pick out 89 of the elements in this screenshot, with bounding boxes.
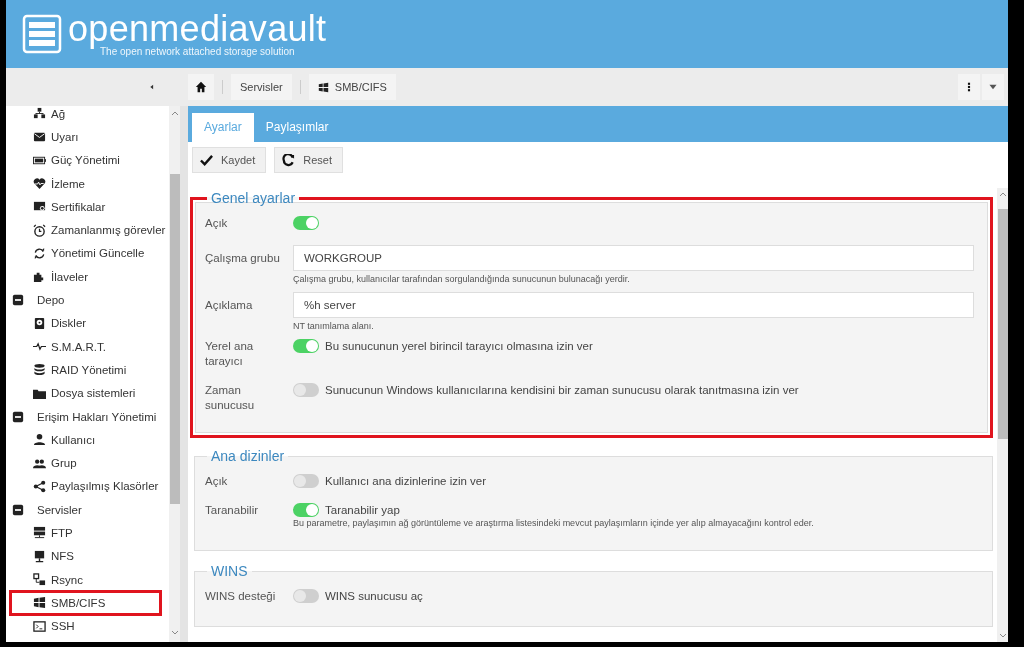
scroll-down-icon[interactable]	[998, 633, 1007, 639]
sidebar-item[interactable]: RAID Yönetimi	[6, 358, 169, 382]
sidebar-item[interactable]: Dosya sistemleri	[6, 381, 169, 405]
field-label: Açıklama	[205, 298, 254, 313]
section-title: Ana dizinler	[210, 448, 286, 464]
toggle-switch[interactable]	[293, 474, 319, 488]
windows-icon	[33, 596, 46, 610]
home-button[interactable]	[188, 74, 214, 100]
field-label: Açık	[205, 216, 229, 231]
text-field[interactable]: WORKGROUP	[293, 245, 974, 271]
refresh-icon	[282, 153, 296, 167]
envelope-icon	[33, 130, 46, 144]
home-icon	[195, 81, 207, 93]
puzzle-icon	[33, 270, 46, 284]
sidebar-item[interactable]: Sertifikalar	[6, 195, 169, 219]
sidebar-item[interactable]: Paylaşılmış Klasörler	[6, 474, 169, 499]
toggle-switch[interactable]	[293, 503, 319, 517]
field-hint: Bu parametre, paylaşımın ağ görüntüleme ve araştırma listesindeki mevcut paylaşımların içinde yer alıp almayacağını kontrol eder.	[293, 518, 815, 528]
scroll-down-icon[interactable]	[170, 630, 179, 636]
more-button[interactable]	[958, 74, 980, 100]
sidebar-item[interactable]: FTP	[6, 521, 169, 545]
toggle-switch[interactable]	[293, 589, 319, 603]
save-button[interactable]: Kaydet	[192, 147, 267, 173]
scrollbar-thumb[interactable]	[997, 209, 1008, 439]
windows-icon	[317, 81, 329, 93]
sidebar-item[interactable]: Güç Yönetimi	[6, 148, 169, 172]
certificate-icon	[33, 200, 46, 214]
field-label: WINS desteği	[205, 589, 277, 604]
field-label: Açık	[205, 474, 229, 489]
app-subtitle: The open network attached storage solution	[100, 45, 295, 57]
scrollbar-thumb[interactable]	[169, 174, 180, 504]
sidebar-item[interactable]: Zamanlanmış görevler	[6, 218, 169, 242]
sidebar-item[interactable]: Kullanıcı	[6, 428, 169, 452]
sidebar-item[interactable]: Diskler	[6, 311, 169, 335]
sidebar-item[interactable]: Uyarı	[6, 125, 169, 149]
person-icon	[33, 433, 46, 447]
switch-label: WINS sunucusu aç	[325, 590, 423, 602]
text-field[interactable]: %h server	[293, 292, 974, 318]
dropdown-button[interactable]	[982, 74, 1004, 100]
breadcrumb-button[interactable]: Servisler	[231, 74, 292, 100]
toggle-switch[interactable]	[293, 216, 319, 230]
toggle-switch[interactable]	[293, 383, 319, 397]
field-label: Taranabilir	[205, 503, 260, 518]
logo-icon	[22, 14, 62, 54]
field-hint: NT tanımlama alanı.	[293, 321, 375, 331]
field-hint: Çalışma grubu, kullanıcılar tarafından sorgulandığında sunucunun bulunacağı yerdir.	[293, 274, 631, 284]
minus-square-icon	[12, 294, 24, 306]
refresh-icon	[33, 246, 46, 260]
field-label: Yerel ana tarayıcı	[205, 339, 255, 369]
scroll-up-icon[interactable]	[170, 110, 179, 116]
field-label: Çalışma grubu	[205, 251, 281, 266]
share-icon	[33, 479, 46, 493]
sidebar-item[interactable]: SMB/CIFS	[10, 591, 161, 615]
section-title: WINS	[210, 563, 249, 579]
switch-label: Taranabilir yap	[325, 504, 400, 516]
server-icon	[33, 526, 46, 540]
network-icon	[33, 573, 46, 587]
switch-label: Bu sunucunun yerel birincil tarayıcı olmasına izin ver	[325, 340, 593, 352]
sidebar-item[interactable]: SSH	[6, 614, 169, 638]
sidebar-item[interactable]: NFS	[6, 544, 169, 568]
scroll-up-icon[interactable]	[998, 191, 1007, 197]
reset-button[interactable]: Reset	[274, 147, 343, 173]
sidebar-group[interactable]: Erişim Hakları Yönetimi	[6, 404, 169, 429]
toggle-switch[interactable]	[293, 339, 319, 353]
switch-label: Kullanıcı ana dizinlerine izin ver	[325, 475, 487, 487]
sidebar-item[interactable]: Grup	[6, 451, 169, 475]
switch-label: Sunucunun Windows kullanıcılarına kendisini bir zaman sunucusu olarak tanıtmasına izin ver	[325, 384, 799, 396]
sidebar-item[interactable]: Rsync	[6, 567, 169, 592]
sidebar-group[interactable]: Servisler	[6, 498, 169, 522]
collapse-arrow-icon	[148, 82, 156, 92]
caret-icon	[988, 82, 998, 92]
sidebar-group[interactable]: Depo	[6, 288, 169, 312]
sidebar-item[interactable]: İlaveler	[6, 265, 169, 289]
database-icon	[33, 363, 46, 377]
terminal-icon	[33, 619, 46, 633]
desktop-icon	[33, 549, 46, 563]
network-icon	[33, 107, 46, 121]
sidebar-item[interactable]: S.M.A.R.T.	[6, 334, 169, 359]
sidebar-item[interactable]: İzleme	[6, 171, 169, 196]
field-label: Zaman sunucusu	[205, 383, 256, 413]
section-title: Genel ayarlar	[210, 190, 297, 206]
alarm-clock-icon	[33, 223, 46, 237]
minus-square-icon	[12, 503, 24, 516]
sidebar-item[interactable]: Yönetimi Güncelle	[6, 241, 169, 266]
check-icon	[200, 153, 213, 167]
heart-icon	[33, 177, 46, 191]
breadcrumb-button[interactable]: SMB/CIFS	[308, 74, 396, 100]
minus-square-icon	[12, 410, 24, 423]
sidebar-item[interactable]: Ağ	[6, 106, 169, 126]
